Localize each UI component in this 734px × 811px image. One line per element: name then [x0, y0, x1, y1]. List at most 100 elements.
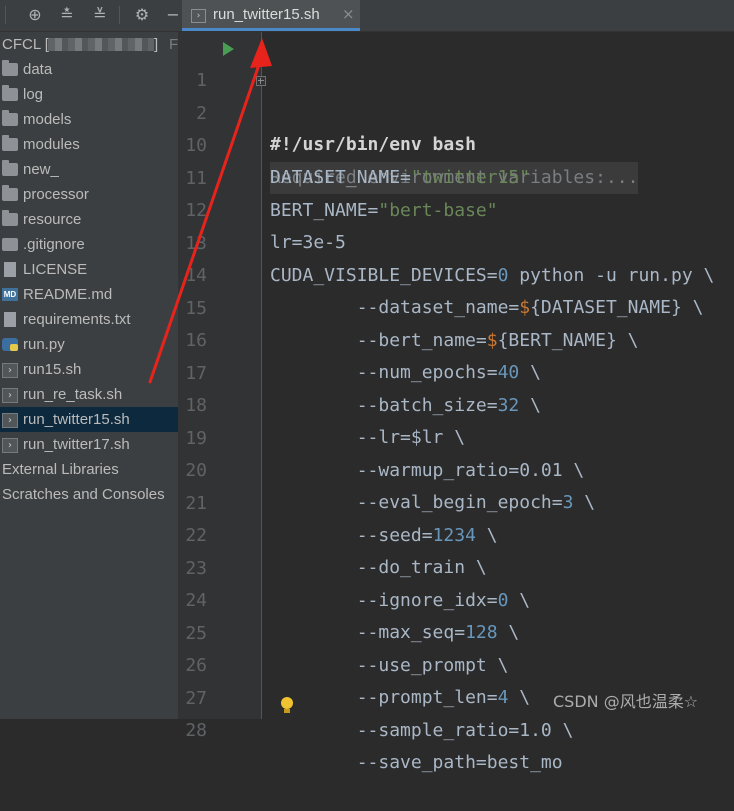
tree-item-processor[interactable]: processor: [0, 182, 178, 207]
tree-item-readme[interactable]: MD README.md: [0, 282, 178, 307]
tree-item-label: run15.sh: [23, 361, 82, 378]
close-icon[interactable]: ×: [342, 5, 355, 23]
tree-item-label: data: [23, 61, 53, 78]
tree-item-run-twitter15-sh[interactable]: › run_twitter15.sh: [0, 407, 178, 432]
tree-item-label: run_twitter15.sh: [23, 411, 130, 428]
tree-item-run-twitter17-sh[interactable]: › run_twitter17.sh: [0, 432, 178, 457]
watermark: CSDN @风也温柔☆: [553, 692, 699, 711]
shell-script-icon: ›: [2, 438, 18, 453]
project-root-trailing-letter: F: [169, 36, 178, 53]
tree-item-label: run_twitter17.sh: [23, 436, 130, 453]
project-toolbar: ⊕ ≛ ≚ ⚙ −: [0, 0, 178, 32]
code-line: 18 --lr=$lr \: [178, 358, 734, 448]
code-line: 27 --sample_ratio=1.0 \: [178, 651, 734, 741]
code-line: 14 --dataset_name=${DATASET_NAME} \: [178, 228, 734, 318]
tree-item-models[interactable]: models: [0, 107, 178, 132]
tree-item-label: log: [23, 86, 44, 103]
text-file-icon: [4, 312, 16, 327]
tree-item-external-libraries[interactable]: External Libraries: [0, 457, 178, 482]
folder-icon: [2, 135, 18, 151]
tree-item-label: Scratches and Consoles: [2, 486, 165, 503]
tab-run-twitter15-sh[interactable]: › run_twitter15.sh ×: [182, 0, 360, 31]
tree-item-gitignore[interactable]: .gitignore: [0, 232, 178, 257]
tree-item-license[interactable]: LICENSE: [0, 257, 178, 282]
hide-panel-icon[interactable]: −: [162, 5, 178, 25]
folder-icon: [2, 185, 18, 201]
code-editor[interactable]: › run_twitter15.sh × 1 #!/usr/bin/env ba…: [178, 0, 734, 773]
project-root-label: CFCL [: [2, 36, 49, 53]
tree-item-requirements[interactable]: requirements.txt: [0, 307, 178, 332]
folder-icon: [2, 210, 18, 226]
redacted-path: [48, 38, 154, 51]
code-line: 15 --bert_name=${BERT_NAME} \: [178, 261, 734, 351]
gear-icon[interactable]: ⚙: [131, 5, 153, 25]
code-line: 11 BERT_NAME="bert-base": [178, 131, 734, 221]
tree-item-label: README.md: [23, 286, 113, 303]
tree-item-log[interactable]: log: [0, 82, 178, 107]
editor-tab-bar: › run_twitter15.sh ×: [178, 0, 734, 32]
tree-item-run-re-task-sh[interactable]: › run_re_task.sh: [0, 382, 178, 407]
code-line: 1 #!/usr/bin/env bash: [178, 33, 734, 155]
code-line: 26 --prompt_len=4 \: [178, 618, 734, 708]
lightbulb-base: [284, 709, 290, 713]
toolbar-separator: [119, 6, 120, 24]
code-line: 2 Required environment variables:...: [178, 66, 734, 194]
folder-icon: [2, 160, 18, 176]
tree-item-run15-sh[interactable]: › run15.sh: [0, 357, 178, 382]
gitignore-file-icon: [2, 238, 18, 251]
tree-item-label: modules: [23, 136, 80, 153]
python-file-icon: [2, 338, 18, 351]
lightbulb-glass: [281, 697, 293, 709]
tree-item-modules[interactable]: modules: [0, 132, 178, 157]
code-line: 12 lr=3e-5: [178, 163, 734, 253]
code-text: --save_path=best_mo: [270, 752, 563, 773]
tree-item-label: processor: [23, 186, 89, 203]
tree-item-label: LICENSE: [23, 261, 88, 278]
tree-item-label: run.py: [23, 336, 65, 353]
tree-item-label: run_re_task.sh: [23, 386, 123, 403]
folder-icon: [2, 60, 18, 76]
collapse-all-icon[interactable]: ≚: [89, 5, 111, 25]
markdown-file-icon: MD: [2, 288, 18, 301]
code-line: 13 CUDA_VISIBLE_DEVICES=0 python -u run.…: [178, 196, 734, 286]
code-line: 21 --seed=1234 \: [178, 456, 734, 546]
code-line: 22 --do_train \: [178, 488, 734, 578]
tree-item-scratches[interactable]: Scratches and Consoles: [0, 482, 178, 507]
tree-item-label: models: [23, 111, 72, 128]
shell-script-icon: ›: [2, 413, 18, 428]
tree-item-label: resource: [23, 211, 82, 228]
line-number: 28: [185, 720, 207, 741]
tree-item-label: requirements.txt: [23, 311, 131, 328]
tree-item-label: External Libraries: [2, 461, 119, 478]
shell-script-icon: ›: [191, 9, 206, 23]
folder-icon: [2, 85, 18, 101]
tree-item-run-py[interactable]: run.py: [0, 332, 178, 357]
project-sidebar: ⊕ ≛ ≚ ⚙ − CFCL [ ] F data log models mod…: [0, 0, 178, 719]
code-line: 24 --max_seq=128 \: [178, 553, 734, 643]
code-line: 10 DATASET_NAME="twitter15": [178, 98, 734, 188]
tree-item-label: new_: [23, 161, 59, 178]
project-root-suffix: ]: [154, 36, 159, 53]
code-line: 25 --use_prompt \: [178, 586, 734, 676]
tab-label: run_twitter15.sh: [213, 6, 320, 23]
code-line: 17 --batch_size=32 \: [178, 326, 734, 416]
tree-item-resource[interactable]: resource: [0, 207, 178, 232]
shell-script-icon: ›: [2, 363, 18, 378]
code-line: 16 --num_epochs=40 \: [178, 293, 734, 383]
locate-file-icon[interactable]: ⊕: [24, 5, 46, 25]
shell-script-icon: ›: [2, 388, 18, 403]
code-line: 20 --eval_begin_epoch=3 \: [178, 423, 734, 513]
code-line: 23 --ignore_idx=0 \: [178, 521, 734, 611]
toolbar-separator: [5, 6, 6, 24]
folder-icon: [2, 110, 18, 126]
run-icon[interactable]: [223, 42, 234, 56]
code-line: 19 --warmup_ratio=0.01 \: [178, 391, 734, 481]
expand-all-icon[interactable]: ≛: [56, 5, 78, 25]
tree-item-new[interactable]: new_: [0, 157, 178, 182]
lightbulb-icon[interactable]: [280, 697, 294, 713]
text-file-icon: [4, 262, 16, 277]
tree-item-label: .gitignore: [23, 236, 85, 253]
expand-fold-icon[interactable]: [256, 76, 266, 86]
code-text: --sample_ratio=1.0 \: [270, 720, 574, 741]
tree-item-data[interactable]: data: [0, 57, 178, 82]
